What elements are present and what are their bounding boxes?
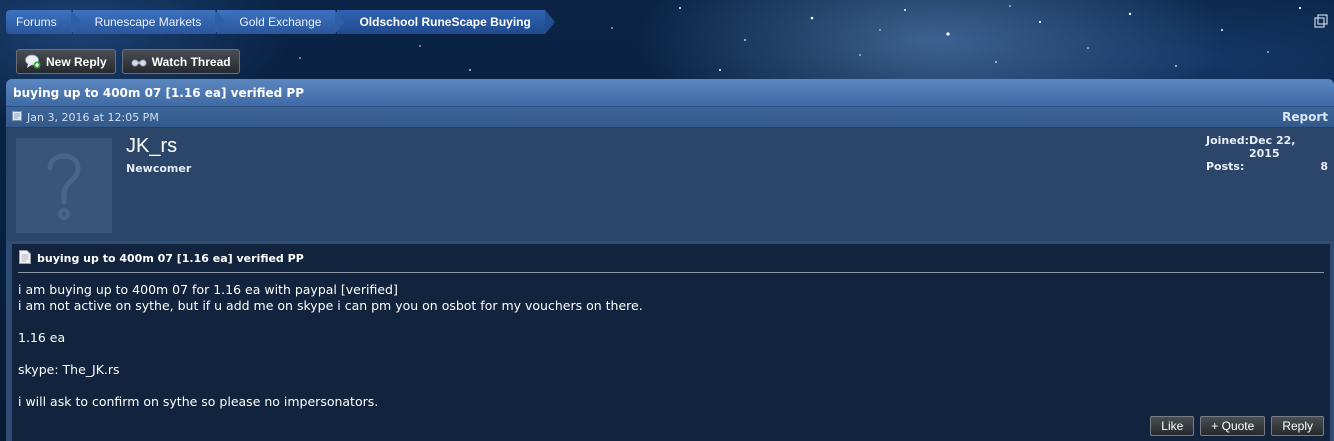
posts-label: Posts: — [1206, 160, 1245, 173]
avatar[interactable] — [16, 138, 112, 233]
thread-title: buying up to 400m 07 [1.16 ea] verified … — [6, 79, 1334, 107]
speech-bubble-plus-icon — [25, 54, 41, 69]
breadcrumb-oldschool-runescape-buying[interactable]: Oldschool RuneScape Buying — [337, 10, 556, 34]
post-title: buying up to 400m 07 [1.16 ea] verified … — [37, 252, 304, 265]
watch-thread-button[interactable]: Watch Thread — [121, 49, 240, 74]
page-icon — [19, 250, 31, 267]
quote-button[interactable]: + Quote — [1200, 416, 1266, 436]
joined-label: Joined: — [1206, 134, 1249, 147]
post-message: i am buying up to 400m 07 for 1.16 ea wi… — [18, 282, 643, 409]
reply-button[interactable]: Reply — [1271, 416, 1324, 436]
default-avatar-icon — [47, 153, 81, 220]
post-date[interactable]: Jan 3, 2016 at 12:05 PM — [27, 111, 159, 124]
post-date-group: Jan 3, 2016 at 12:05 PM — [12, 110, 159, 124]
post-body: buying up to 400m 07 [1.16 ea] verified … — [12, 244, 1330, 441]
thread-toolbar: New Reply Watch Thread — [16, 49, 240, 74]
post-actions: Like + Quote Reply — [1150, 416, 1324, 436]
user-stats: Joined: Dec 22, 2015 Posts: 8 — [1206, 134, 1328, 173]
breadcrumb-gold-exchange[interactable]: Gold Exchange — [217, 10, 346, 34]
breadcrumb-runescape-markets[interactable]: Runescape Markets — [72, 10, 226, 34]
like-button[interactable]: Like — [1150, 416, 1195, 436]
binoculars-icon — [130, 57, 147, 67]
post-divider — [18, 272, 1324, 273]
breadcrumb: Forums Runescape Markets Gold Exchange O… — [6, 10, 556, 34]
post-author-panel: JK_rs Newcomer Joined: Dec 22, 2015 Post… — [6, 128, 1334, 241]
new-reply-button[interactable]: New Reply — [16, 49, 116, 74]
report-link[interactable]: Report — [1282, 110, 1328, 124]
new-reply-label: New Reply — [46, 54, 107, 69]
popout-icon[interactable] — [1314, 14, 1328, 28]
user-title: Newcomer — [126, 162, 192, 175]
post-title-row: buying up to 400m 07 [1.16 ea] verified … — [19, 250, 304, 267]
joined-value: Dec 22, 2015 — [1249, 134, 1296, 160]
posts-value[interactable]: 8 — [1320, 160, 1328, 173]
username[interactable]: JK_rs — [126, 135, 177, 158]
breadcrumb-forums[interactable]: Forums — [6, 10, 81, 34]
post-meta-bar: Jan 3, 2016 at 12:05 PM Report — [6, 107, 1334, 128]
watch-thread-label: Watch Thread — [151, 54, 231, 69]
thread-container: buying up to 400m 07 [1.16 ea] verified … — [6, 79, 1334, 441]
document-icon — [12, 110, 22, 124]
